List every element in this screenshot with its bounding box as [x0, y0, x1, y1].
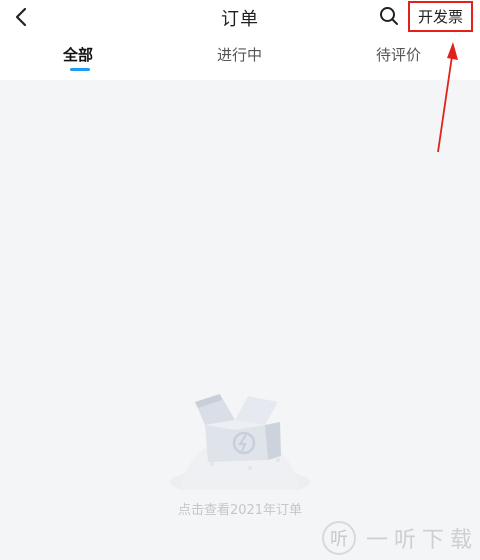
tab-in-progress[interactable]: 进行中: [217, 44, 262, 65]
empty-box-icon: [160, 380, 320, 496]
watermark: 听 一听下载: [322, 520, 480, 556]
search-icon: [380, 7, 398, 25]
search-button[interactable]: [377, 4, 401, 28]
invoice-button[interactable]: 开发票: [408, 1, 473, 32]
tab-to-review[interactable]: 待评价: [376, 44, 421, 65]
view-2021-orders-link[interactable]: 点击查看2021年订单: [0, 499, 480, 518]
tab-all[interactable]: 全部: [63, 44, 93, 65]
watermark-logo: 听: [322, 521, 356, 555]
top-bar: 订单 开发票 全部 进行中 待评价: [0, 0, 480, 80]
active-tab-indicator: [70, 68, 90, 71]
watermark-text: 一听下载: [366, 528, 479, 553]
